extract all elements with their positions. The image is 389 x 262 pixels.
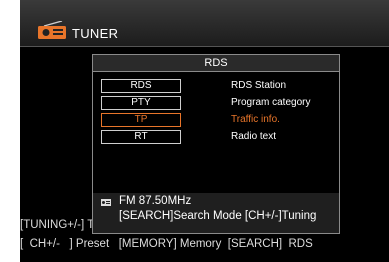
frequency-readout: FM 87.50MHz bbox=[119, 195, 192, 207]
menu-item-key: TP bbox=[101, 113, 181, 127]
menu-item-description: RDS Station bbox=[231, 80, 287, 91]
menu-item-key: RDS bbox=[101, 79, 181, 93]
menu-item-pty[interactable]: PTY Program category bbox=[93, 96, 339, 112]
tuner-screen: TUNER [TUNING+/-] Tuning [ BAND ] Band [… bbox=[20, 0, 389, 262]
page-title: TUNER bbox=[72, 26, 119, 41]
menu-item-rt[interactable]: RT Radio text bbox=[93, 130, 339, 146]
info-panel: FM 87.50MHz [SEARCH]Search Mode [CH+/-]T… bbox=[93, 193, 339, 233]
menu-item-description: Program category bbox=[231, 97, 311, 108]
menu-item-key: RT bbox=[101, 130, 181, 144]
menu-item-rds[interactable]: RDS RDS Station bbox=[93, 79, 339, 95]
menu-item-key: PTY bbox=[101, 96, 181, 110]
help-line-2: [ CH+/- ] Preset [MEMORY] Memory [SEARCH… bbox=[20, 238, 313, 250]
info-help-text: [SEARCH]Search Mode [CH+/-]Tuning bbox=[119, 210, 317, 222]
dialog-title: RDS bbox=[93, 55, 339, 72]
menu-item-description: Traffic info. bbox=[231, 114, 280, 125]
menu-item-description: Radio text bbox=[231, 131, 277, 142]
rds-dialog: RDS RDS RDS Station PTY Program category… bbox=[92, 54, 340, 234]
radio-small-icon bbox=[101, 199, 111, 206]
header-bar: TUNER bbox=[20, 0, 389, 47]
radio-icon bbox=[38, 21, 66, 39]
menu-item-tp[interactable]: TP Traffic info. bbox=[93, 113, 339, 129]
